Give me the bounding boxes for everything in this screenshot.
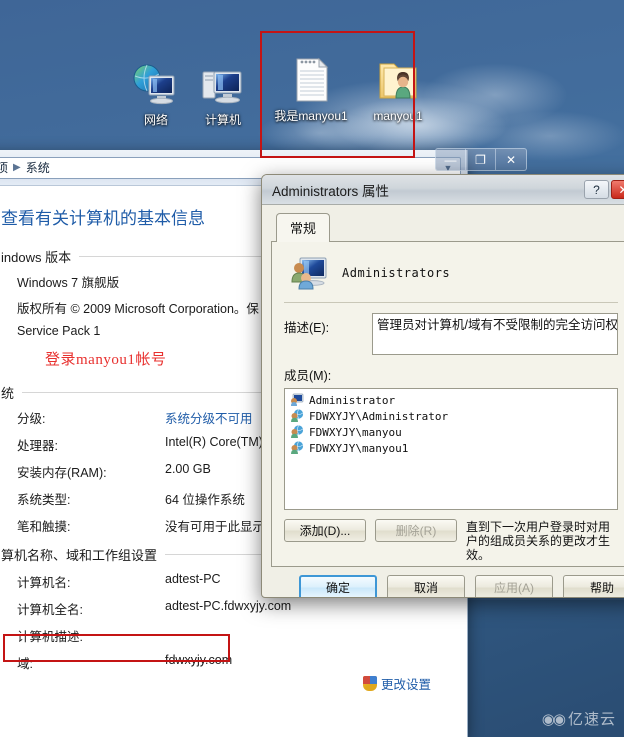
domain-user-icon — [290, 409, 304, 423]
network-icon — [130, 58, 182, 110]
row-key: 安装内存(RAM): — [17, 466, 107, 480]
list-item[interactable]: FDWXYJY\manyou — [287, 424, 615, 440]
cloud-wisp — [420, 62, 570, 128]
administrators-properties-dialog: Administrators 属性 ? ✕ 常规 — [261, 174, 624, 598]
computer-icon — [197, 58, 249, 110]
breadcrumb-item-panel[interactable]: 面板项 — [0, 159, 10, 176]
member-name: FDWXYJY\manyou — [309, 425, 402, 439]
row-key: 处理器: — [17, 439, 58, 453]
minimize-icon[interactable]: — — [436, 149, 466, 170]
desktop-icon-computer[interactable]: 计算机 — [180, 58, 266, 127]
row-key: 系统类型: — [17, 493, 71, 507]
close-icon[interactable]: ✕ — [496, 149, 526, 170]
row-key: 计算机名: — [17, 576, 71, 590]
watermark: ◉◉ 亿速云 — [542, 708, 616, 729]
change-settings-label: 更改设置 — [380, 678, 431, 692]
group-name: Administrators — [342, 266, 451, 280]
divider — [284, 302, 618, 303]
screen-root: 网络 计算机 我是manyou1 manyou1 — ❐ ✕ ▶ 系统 查看有关… — [0, 0, 624, 737]
desktop-icon-text-file[interactable]: 我是manyou1 — [268, 54, 354, 123]
member-name: FDWXYJY\manyou1 — [309, 441, 409, 455]
tab-strip: 常规 — [271, 213, 624, 242]
ok-button[interactable]: 确定 — [299, 575, 377, 597]
desktop-icon-label: manyou1 — [373, 109, 423, 123]
dialog-content: 常规 Administrators 描述(E): 管理员对计算机/域有不受限制的… — [262, 205, 624, 597]
section-title: 统 — [1, 386, 15, 401]
change-settings-link[interactable]: 更改设置 — [362, 674, 431, 693]
members-note: 直到下一次用户登录时对用户的组成员关系的更改才生效。 — [466, 520, 611, 562]
tab-panel-general: Administrators 描述(E): 管理员对计算机/域有不受限制的完全访… — [271, 241, 624, 567]
table-row: 计算机全名: adtest-PC.fdwxyjy.com — [1, 599, 449, 618]
maximize-icon[interactable]: ❐ — [466, 149, 496, 170]
section-title: 算机名称、域和工作组设置 — [1, 548, 158, 563]
desktop-icon-user-folder[interactable]: manyou1 — [355, 54, 441, 123]
watermark-text: 亿速云 — [567, 711, 616, 728]
member-name: Administrator — [309, 393, 396, 407]
table-row: 计算机描述: — [1, 626, 449, 645]
row-key: 计算机描述: — [17, 630, 83, 644]
group-users-icon — [290, 256, 328, 290]
apply-button: 应用(A) — [475, 575, 553, 597]
breadcrumb-item-system[interactable]: 系统 — [24, 159, 52, 176]
tab-general[interactable]: 常规 — [276, 213, 331, 242]
description-label: 描述(E): — [284, 321, 330, 335]
help-button[interactable]: 帮助 — [563, 575, 624, 597]
desktop-icon-label: 计算机 — [204, 113, 241, 127]
row-value-domain: fdwxyjy.com — [165, 653, 233, 667]
row-value-computer-description — [165, 626, 449, 645]
member-name: FDWXYJY\Administrator — [309, 409, 449, 423]
row-key: 计算机全名: — [17, 603, 83, 617]
members-label: 成员(M): — [284, 369, 332, 383]
row-key: 分级: — [17, 412, 46, 426]
dialog-title: Administrators 属性 — [272, 183, 390, 199]
list-item[interactable]: FDWXYJY\manyou1 — [287, 440, 615, 456]
list-item[interactable]: FDWXYJY\Administrator — [287, 408, 615, 424]
remove-member-button: 删除(R) — [375, 519, 457, 542]
domain-user-icon — [290, 441, 304, 455]
row-value-full-computer-name: adtest-PC.fdwxyjy.com — [165, 599, 292, 613]
section-title: indows 版本 — [1, 250, 72, 265]
close-icon[interactable]: ✕ — [611, 180, 624, 199]
add-member-button[interactable]: 添加(D)... — [284, 519, 366, 542]
desktop-icon-label: 我是manyou1 — [274, 109, 348, 123]
description-row: 描述(E): 管理员对计算机/域有不受限制的完全访问权 — [284, 313, 618, 355]
system-window-controls[interactable]: — ❐ ✕ — [435, 148, 527, 171]
text-file-icon — [285, 54, 337, 106]
user-folder-icon — [372, 54, 424, 106]
cancel-button[interactable]: 取消 — [387, 575, 465, 597]
row-key: 笔和触摸: — [17, 520, 71, 534]
dialog-footer-buttons: 确定 取消 应用(A) 帮助 — [271, 567, 624, 597]
table-row: 域: fdwxyjy.com — [1, 653, 449, 672]
watermark-logo-icon: ◉◉ — [541, 710, 566, 728]
domain-user-icon — [290, 425, 304, 439]
chevron-right-icon: ▶ — [13, 162, 21, 173]
list-item[interactable]: Administrator — [287, 392, 615, 408]
help-icon[interactable]: ? — [584, 180, 609, 199]
group-header: Administrators — [284, 254, 618, 298]
description-field[interactable]: 管理员对计算机/域有不受限制的完全访问权 — [372, 313, 618, 355]
members-action-bar: 添加(D)... 删除(R) 直到下一次用户登录时对用户的组成员关系的更改才生效… — [284, 519, 618, 562]
local-user-icon — [290, 393, 304, 407]
dialog-title-bar[interactable]: Administrators 属性 ? ✕ — [262, 175, 624, 205]
row-key: 域: — [17, 657, 33, 671]
members-list[interactable]: Administrator FDWXYJY\Administrator FDWX… — [284, 388, 618, 510]
shield-icon — [362, 676, 377, 691]
